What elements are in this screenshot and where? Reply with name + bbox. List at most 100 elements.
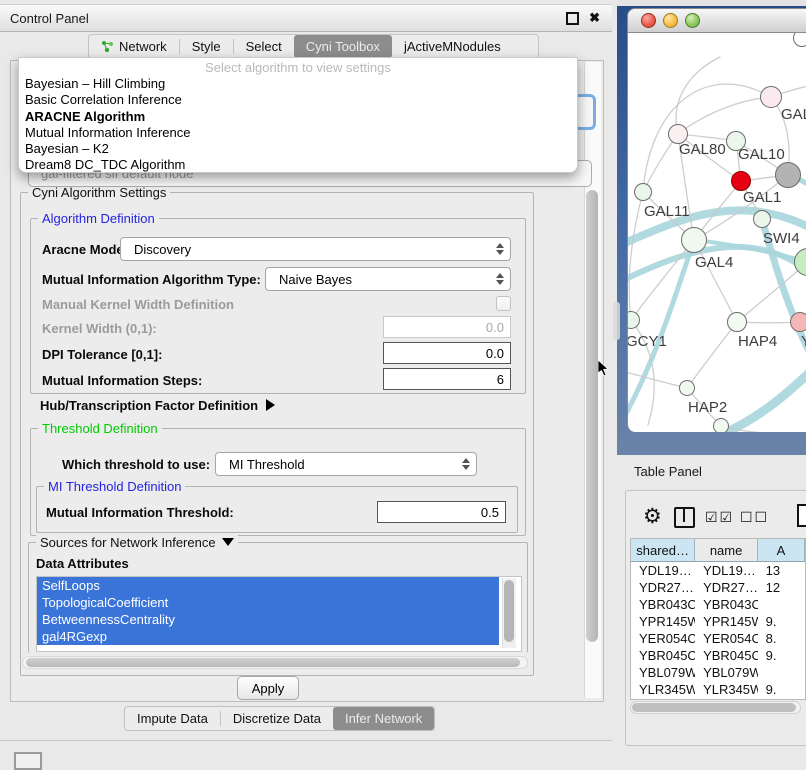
select-all-icon[interactable]: ☑☑ bbox=[705, 509, 734, 526]
table-cell: YER054C bbox=[695, 630, 758, 647]
network-node-gal[interactable] bbox=[760, 86, 782, 108]
sources-legend-toggle[interactable]: Sources for Network Inference bbox=[36, 535, 238, 550]
bottom-tab-infer-network[interactable]: Infer Network bbox=[333, 707, 434, 730]
table-row[interactable]: YLR345WYLR345W9. bbox=[631, 681, 805, 698]
minimize-traffic-light-icon[interactable] bbox=[663, 13, 678, 28]
network-node-y[interactable] bbox=[790, 312, 806, 332]
table-cell: YPR145W bbox=[695, 613, 758, 630]
network-node[interactable] bbox=[775, 162, 801, 188]
close-icon[interactable]: ✖ bbox=[589, 10, 600, 26]
network-icon bbox=[101, 40, 114, 53]
tab-select[interactable]: Select bbox=[234, 35, 294, 58]
node-label: GCY1 bbox=[627, 333, 667, 350]
settings-vertical-scrollbar-thumb[interactable] bbox=[586, 190, 598, 642]
network-edge bbox=[694, 240, 737, 322]
attributes-scrollbar-thumb[interactable] bbox=[504, 580, 514, 642]
apply-button[interactable]: Apply bbox=[237, 676, 299, 700]
table-cell: 12 bbox=[758, 579, 805, 596]
table-cell: YBR045C bbox=[695, 647, 758, 664]
collapse-down-icon bbox=[222, 538, 234, 546]
gear-icon[interactable]: ⚙ bbox=[643, 504, 662, 529]
network-node-gal11[interactable] bbox=[634, 183, 652, 201]
mi-threshold-field[interactable] bbox=[377, 501, 506, 523]
algorithm-option[interactable]: ARACNE Algorithm bbox=[19, 109, 577, 125]
bottom-tab-impute-data[interactable]: Impute Data bbox=[125, 707, 220, 730]
table-row[interactable]: YBL079WYBL079W bbox=[631, 664, 805, 681]
stepper-icon bbox=[490, 268, 510, 290]
network-node-hap4[interactable] bbox=[727, 312, 747, 332]
column-header[interactable]: shared… bbox=[631, 539, 695, 562]
table-row[interactable]: YDL19…YDL19…13 bbox=[631, 562, 805, 579]
control-panel-tabs: NetworkStyleSelect Cyni Toolbox jActiveMNo… bbox=[88, 34, 539, 59]
network-node-hap2[interactable] bbox=[679, 380, 695, 396]
sources-legend: Sources for Network Inference bbox=[40, 535, 216, 550]
network-node-gal1[interactable] bbox=[731, 171, 751, 191]
algorithm-option[interactable]: Mutual Information Inference bbox=[19, 125, 577, 141]
data-attributes-label: Data Attributes bbox=[36, 556, 129, 571]
which-threshold-label: Which threshold to use: bbox=[62, 457, 210, 472]
minimized-panel-icon[interactable] bbox=[14, 752, 42, 770]
algorithm-option[interactable]: Basic Correlation Inference bbox=[19, 92, 577, 108]
table-cell: 9. bbox=[758, 647, 805, 664]
kernel-width-label: Kernel Width (0,1): bbox=[42, 321, 157, 336]
node-label: Y bbox=[801, 333, 806, 350]
dpi-tolerance-field[interactable] bbox=[383, 342, 511, 364]
tab-label: Cyni Toolbox bbox=[306, 39, 380, 54]
node-attribute-table: shared…nameA YDL19…YDL19…13YDR27…YDR27…1… bbox=[630, 538, 806, 700]
zoom-traffic-light-icon[interactable] bbox=[685, 13, 700, 28]
table-horizontal-scrollbar-thumb[interactable] bbox=[632, 703, 796, 712]
hub-section-toggle[interactable]: Hub/Transcription Factor Definition bbox=[40, 398, 275, 413]
bottom-tab-discretize-data[interactable]: Discretize Data bbox=[221, 707, 333, 730]
network-node-gal4[interactable] bbox=[681, 227, 707, 253]
table-cell: YBL079W bbox=[695, 664, 758, 681]
table-cell: YDR27… bbox=[631, 579, 695, 596]
attribute-item[interactable]: TopologicalCoefficient bbox=[37, 594, 499, 611]
table-row[interactable]: YDR27…YDR27…12 bbox=[631, 579, 805, 596]
table-row[interactable]: YIL052CYIL052C9 bbox=[631, 698, 805, 700]
float-window-icon[interactable] bbox=[566, 12, 579, 25]
stepper-icon bbox=[456, 453, 476, 475]
kernel-width-field[interactable] bbox=[383, 316, 511, 338]
deselect-all-icon[interactable]: ☐☐ bbox=[740, 509, 769, 526]
algorithm-option[interactable]: Bayesian – K2 bbox=[19, 141, 577, 157]
table-row[interactable]: YBR045CYBR045C9. bbox=[631, 647, 805, 664]
manual-kernel-checkbox[interactable] bbox=[496, 296, 511, 311]
algorithm-option[interactable]: Dream8 DC_TDC Algorithm bbox=[19, 157, 577, 173]
network-window-titlebar[interactable] bbox=[627, 8, 806, 33]
split-view-icon[interactable] bbox=[674, 507, 695, 528]
mi-type-combo[interactable]: Naive Bayes bbox=[265, 267, 511, 291]
algorithm-option[interactable]: Bayesian – Hill Climbing bbox=[19, 76, 577, 92]
mi-threshold-label: Mutual Information Threshold: bbox=[46, 505, 234, 520]
which-threshold-combo[interactable]: MI Threshold bbox=[215, 452, 477, 476]
control-panel-titlebar: Control Panel ✖ bbox=[0, 4, 612, 32]
new-table-icon[interactable] bbox=[797, 504, 806, 527]
column-header[interactable]: name bbox=[695, 539, 758, 562]
table-cell: YPR145W bbox=[631, 613, 695, 630]
settings-horizontal-scrollbar-thumb[interactable] bbox=[26, 658, 520, 667]
tab-jactivemnodules[interactable]: jActiveMNodules bbox=[392, 35, 513, 58]
network-canvas[interactable]: GALGAL80GAL10GAL1GAL11SWI4GAL4GCY1HAP4YH… bbox=[627, 33, 806, 432]
column-header[interactable]: A bbox=[758, 539, 805, 562]
table-row[interactable]: YPR145WYPR145W9. bbox=[631, 613, 805, 630]
network-node[interactable] bbox=[713, 418, 729, 432]
tab-label: Discretize Data bbox=[233, 711, 321, 726]
aracne-mode-combo[interactable]: Discovery bbox=[120, 237, 511, 261]
table-cell: YIL052C bbox=[695, 698, 758, 700]
split-pane-grip[interactable] bbox=[613, 302, 620, 340]
attribute-item[interactable]: gal4RGexp bbox=[37, 628, 499, 645]
table-row[interactable]: YBR043CYBR043C bbox=[631, 596, 805, 613]
tab-network[interactable]: Network bbox=[89, 35, 179, 58]
tab-style[interactable]: Style bbox=[180, 35, 233, 58]
table-body: YDL19…YDL19…13YDR27…YDR27…12YBR043CYBR04… bbox=[631, 562, 805, 700]
mi-steps-field[interactable] bbox=[383, 368, 511, 390]
table-row[interactable]: YER054CYER054C8. bbox=[631, 630, 805, 647]
network-node-swi4[interactable] bbox=[753, 210, 771, 228]
node-label: GAL10 bbox=[738, 146, 785, 163]
attribute-item[interactable]: BetweennessCentrality bbox=[37, 611, 499, 628]
algorithm-dropdown-popup: Select algorithm to view settings Bayesi… bbox=[18, 57, 578, 173]
bottom-tabs: Impute Data Discretize Data Infer Network bbox=[124, 706, 435, 731]
tab-cyni-toolbox[interactable]: Cyni Toolbox bbox=[294, 35, 392, 58]
close-traffic-light-icon[interactable] bbox=[641, 13, 656, 28]
node-label: HAP2 bbox=[688, 399, 727, 416]
attribute-item[interactable]: SelfLoops bbox=[37, 577, 499, 594]
